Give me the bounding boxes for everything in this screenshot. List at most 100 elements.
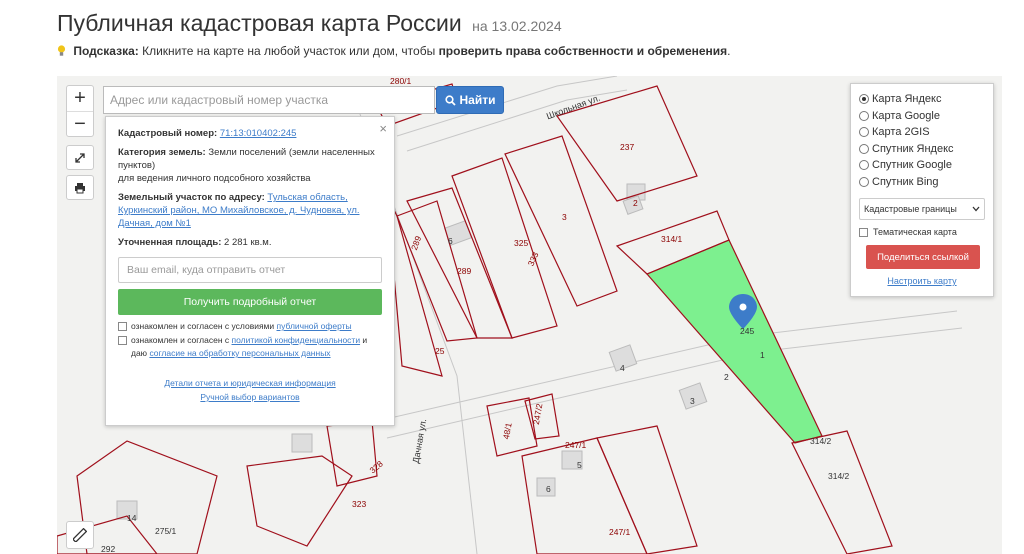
layer-option[interactable]: Карта 2GIS bbox=[859, 124, 985, 141]
parcel-label: 314/2 bbox=[810, 436, 832, 446]
parcel-label: 247/1 bbox=[609, 527, 631, 537]
hint-text: Кликните на карте на любой участок или д… bbox=[138, 44, 439, 58]
layer-radio[interactable] bbox=[859, 143, 869, 154]
layer-radio[interactable] bbox=[859, 94, 869, 105]
search-icon bbox=[444, 94, 456, 106]
share-link-button[interactable]: Поделиться ссылкой bbox=[866, 245, 980, 269]
address-label: Земельный участок по адресу: bbox=[118, 192, 265, 203]
usage-value: для ведения личного подсобного хозяйства bbox=[118, 173, 311, 184]
hint-label: Подсказка: bbox=[73, 44, 139, 58]
hint-end: . bbox=[727, 44, 731, 58]
parcel-label: 275/1 bbox=[155, 526, 177, 536]
get-report-button[interactable]: Получить подробный отчет bbox=[118, 289, 382, 315]
parcel-label: 314/2 bbox=[828, 471, 850, 481]
layers-panel: Карта Яндекс Карта Google Карта 2GIS Спутни… bbox=[850, 83, 994, 297]
parcel-label-selected: 245 bbox=[740, 326, 755, 336]
agree-privacy-checkbox-row: ознакомлен и согласен с политикой конфид… bbox=[118, 334, 382, 360]
layer-radio[interactable] bbox=[859, 110, 869, 121]
agree-privacy-label: ознакомлен и согласен с политикой конфид… bbox=[131, 334, 382, 360]
ruler-button[interactable] bbox=[66, 521, 94, 549]
layer-option[interactable]: Карта Google bbox=[859, 108, 985, 125]
parcel-label: 25 bbox=[435, 346, 445, 356]
hint-line: Подсказка: Кликните на карте на любой уч… bbox=[57, 44, 731, 58]
cadastral-label: Кадастровый номер: bbox=[118, 128, 218, 139]
parcel-label: 3 bbox=[690, 396, 695, 406]
cadastral-number-row: Кадастровый номер: 71:13:010402:245 bbox=[118, 127, 382, 140]
parcel-label: 323 bbox=[352, 499, 367, 509]
layer-radio[interactable] bbox=[859, 160, 869, 171]
parcel-label: 325 bbox=[514, 238, 529, 248]
close-icon[interactable]: × bbox=[379, 122, 387, 135]
selected-parcel[interactable] bbox=[645, 239, 823, 444]
category-label: Категория земель: bbox=[118, 147, 206, 158]
email-input[interactable] bbox=[118, 257, 382, 283]
parcel-label: 3 bbox=[562, 212, 567, 222]
personal-data-consent-link[interactable]: согласие на обработку персональных данны… bbox=[149, 348, 330, 358]
parcel-label: 5 bbox=[577, 460, 582, 470]
cadastral-map[interactable]: 280/1 Школьная ул. 237 2 3 314/1 289 6 3… bbox=[57, 76, 1002, 554]
layer-option[interactable]: Спутник Яндекс bbox=[859, 141, 985, 158]
layer-option-label: Спутник Яндекс bbox=[872, 142, 954, 155]
ruler-icon bbox=[73, 528, 87, 542]
title-date: на 13.02.2024 bbox=[472, 18, 562, 34]
agree-offer-checkbox[interactable] bbox=[118, 322, 127, 331]
fullscreen-button[interactable] bbox=[66, 145, 94, 170]
zoom-in-button[interactable]: + bbox=[67, 86, 93, 111]
agree-privacy-checkbox[interactable] bbox=[118, 336, 127, 345]
parcel-info-card: × Кадастровый номер: 71:13:010402:245 Ка… bbox=[105, 116, 395, 426]
agree-privacy-text: ознакомлен и согласен с bbox=[131, 335, 232, 345]
setup-map-link[interactable]: Настроить карту bbox=[859, 276, 985, 286]
public-offer-link[interactable]: публичной оферты bbox=[277, 321, 352, 331]
parcel-label: 4 bbox=[620, 363, 625, 373]
find-button[interactable]: Найти bbox=[436, 86, 504, 114]
printer-icon bbox=[75, 182, 85, 193]
parcel-label: 6 bbox=[546, 484, 551, 494]
layer-option-label: Спутник Bing bbox=[872, 175, 939, 188]
print-button[interactable] bbox=[66, 175, 94, 200]
parcel-label: 247/1 bbox=[565, 440, 587, 450]
layer-option-label: Карта 2GIS bbox=[872, 126, 930, 139]
parcel-label: 314/1 bbox=[661, 234, 683, 244]
area-value: 2 281 кв.м. bbox=[224, 237, 272, 248]
layer-select-value: Кадастровые границы bbox=[864, 204, 957, 214]
page-title: Публичная кадастровая карта России на 13… bbox=[57, 10, 562, 37]
area-label: Уточненная площадь: bbox=[118, 237, 222, 248]
area-row: Уточненная площадь: 2 281 кв.м. bbox=[118, 236, 382, 249]
agree-offer-label: ознакомлен и согласен с условиями публич… bbox=[131, 320, 352, 333]
report-details-link[interactable]: Детали отчета и юридическая информация bbox=[118, 376, 382, 390]
parcel-label: 2 bbox=[724, 372, 729, 382]
layer-options: Карта Яндекс Карта Google Карта 2GIS Спутни… bbox=[859, 91, 985, 190]
privacy-policy-link[interactable]: политикой конфиденциальности bbox=[232, 335, 361, 345]
layer-select[interactable]: Кадастровые границы bbox=[859, 198, 985, 220]
parcel-label: 14 bbox=[127, 513, 137, 523]
zoom-control: + − bbox=[66, 85, 94, 137]
zoom-out-button[interactable]: − bbox=[67, 111, 93, 136]
category-row: Категория земель: Земли поселений (земли… bbox=[118, 146, 382, 185]
lightbulb-icon bbox=[57, 45, 66, 56]
layer-option[interactable]: Спутник Bing bbox=[859, 174, 985, 191]
layer-option[interactable]: Карта Яндекс bbox=[859, 91, 985, 108]
thematic-map-label: Тематическая карта bbox=[873, 227, 957, 237]
parcel-label: 2 bbox=[633, 198, 638, 208]
manual-selection-link[interactable]: Ручной выбор вариантов bbox=[118, 390, 382, 404]
search-input[interactable] bbox=[103, 86, 435, 114]
thematic-map-checkbox[interactable] bbox=[859, 227, 868, 237]
title-text: Публичная кадастровая карта России bbox=[57, 10, 462, 36]
hint-emphasis: проверить права собственности и обремене… bbox=[438, 44, 728, 58]
layer-option-label: Карта Google bbox=[872, 109, 940, 122]
parcel-label: 289 bbox=[457, 266, 472, 276]
layer-option-label: Спутник Google bbox=[872, 159, 952, 172]
parcel-label: 292 bbox=[101, 544, 116, 554]
layer-radio[interactable] bbox=[859, 127, 869, 138]
agree-offer-text: ознакомлен и согласен с условиями bbox=[131, 321, 277, 331]
expand-icon bbox=[75, 152, 85, 163]
layer-radio[interactable] bbox=[859, 176, 869, 187]
layer-option[interactable]: Спутник Google bbox=[859, 157, 985, 174]
chevron-down-icon bbox=[972, 206, 980, 212]
info-card-links: Детали отчета и юридическая информация Р… bbox=[118, 376, 382, 404]
parcel-label: 237 bbox=[620, 142, 635, 152]
cadastral-number-link[interactable]: 71:13:010402:245 bbox=[220, 128, 297, 139]
find-button-label: Найти bbox=[459, 93, 496, 107]
layer-option-label: Карта Яндекс bbox=[872, 93, 942, 106]
agree-offer-checkbox-row: ознакомлен и согласен с условиями публич… bbox=[118, 320, 382, 333]
